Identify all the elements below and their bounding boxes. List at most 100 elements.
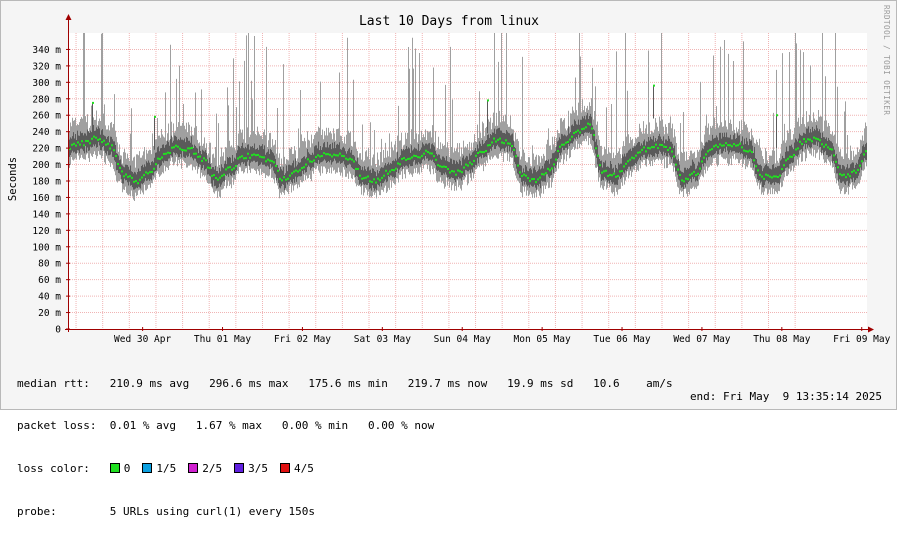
median-point xyxy=(735,144,737,147)
median-point xyxy=(751,151,753,154)
probe-row: probe: 5 URLs using curl(1) every 150s xyxy=(17,505,673,519)
median-point xyxy=(171,146,173,149)
packet-loss-values: 0.01 % avg 1.67 % max 0.00 % min 0.00 % … xyxy=(109,419,435,433)
median-point xyxy=(611,174,613,177)
probe-value: 5 URLs using curl(1) every 150s xyxy=(109,505,316,519)
median-point xyxy=(337,154,339,157)
median-point xyxy=(359,174,361,177)
x-tick-label: Thu 08 May xyxy=(753,334,810,345)
median-point xyxy=(503,142,505,145)
median-point xyxy=(409,157,411,160)
median-point xyxy=(251,154,253,157)
loss-color-swatch xyxy=(188,463,199,474)
median-point xyxy=(791,155,793,158)
median-point xyxy=(687,178,689,181)
median-point xyxy=(689,173,691,176)
median-point xyxy=(785,159,787,162)
median-point xyxy=(311,160,313,163)
median-point xyxy=(701,160,703,163)
median-point xyxy=(79,143,81,146)
median-point xyxy=(319,155,321,158)
median-point xyxy=(533,177,535,180)
median-point xyxy=(599,164,601,167)
median-point xyxy=(87,140,89,143)
median-point xyxy=(283,176,285,179)
median-point xyxy=(475,154,477,157)
median-point xyxy=(195,152,197,155)
median-point xyxy=(331,155,333,158)
median-point xyxy=(813,136,815,139)
median-point xyxy=(127,175,129,178)
median-point xyxy=(703,156,705,159)
median-point xyxy=(305,163,307,166)
median-point xyxy=(469,161,471,164)
median-point xyxy=(105,143,107,146)
median-peak xyxy=(653,84,655,87)
loss-color-swatch xyxy=(109,463,120,474)
median-point xyxy=(789,155,791,158)
median-point xyxy=(159,158,161,161)
median-point xyxy=(657,147,659,150)
median-point xyxy=(495,140,497,143)
median-point xyxy=(593,134,595,137)
median-point xyxy=(649,147,651,150)
median-point xyxy=(399,163,401,166)
median-point xyxy=(489,144,491,147)
median-point xyxy=(803,138,805,141)
median-point xyxy=(299,169,301,172)
y-tick-label: 160 m xyxy=(32,193,61,204)
median-point xyxy=(91,137,93,140)
loss-color-value: 4/5 xyxy=(293,462,314,476)
median-point xyxy=(179,147,181,150)
median-point xyxy=(423,152,425,155)
median-point xyxy=(101,141,103,144)
median-point xyxy=(165,152,167,155)
median-point xyxy=(309,160,311,163)
median-point xyxy=(483,151,485,154)
chart-title: Last 10 Days from linux xyxy=(359,14,539,29)
median-point xyxy=(231,168,233,171)
median-point xyxy=(501,141,503,144)
median-point xyxy=(739,142,741,145)
median-point xyxy=(623,165,625,168)
median-point xyxy=(83,144,85,147)
median-point xyxy=(439,165,441,168)
median-point xyxy=(143,174,145,177)
median-point xyxy=(363,177,365,180)
median-point xyxy=(471,163,473,166)
median-point xyxy=(651,146,653,149)
median-point xyxy=(267,158,269,161)
x-tick-label: Mon 05 May xyxy=(514,334,571,345)
median-point xyxy=(535,181,537,184)
median-point xyxy=(111,144,113,147)
median-point xyxy=(313,159,315,162)
median-point xyxy=(327,153,329,156)
median-point xyxy=(849,175,851,178)
median-point xyxy=(845,176,847,179)
median-point xyxy=(329,153,331,156)
median-point xyxy=(367,175,369,178)
median-point xyxy=(239,156,241,159)
median-point xyxy=(141,176,143,179)
median-point xyxy=(855,171,857,174)
median-point xyxy=(269,159,271,162)
median-point xyxy=(691,172,693,175)
median-point xyxy=(857,168,859,171)
median-point xyxy=(699,167,701,170)
median-point xyxy=(841,174,843,177)
loss-color-swatch xyxy=(142,463,153,474)
median-peak xyxy=(487,99,489,102)
median-point xyxy=(437,164,439,167)
median-point xyxy=(835,160,837,163)
median-point xyxy=(673,155,675,158)
median-point xyxy=(713,145,715,148)
median-point xyxy=(203,157,205,160)
median-point xyxy=(499,137,501,140)
median-point xyxy=(321,154,323,157)
median-point xyxy=(121,170,123,173)
median-point xyxy=(357,167,359,170)
median-point xyxy=(773,175,775,178)
median-point xyxy=(325,153,327,156)
median-point xyxy=(741,146,743,149)
median-point xyxy=(285,178,287,181)
